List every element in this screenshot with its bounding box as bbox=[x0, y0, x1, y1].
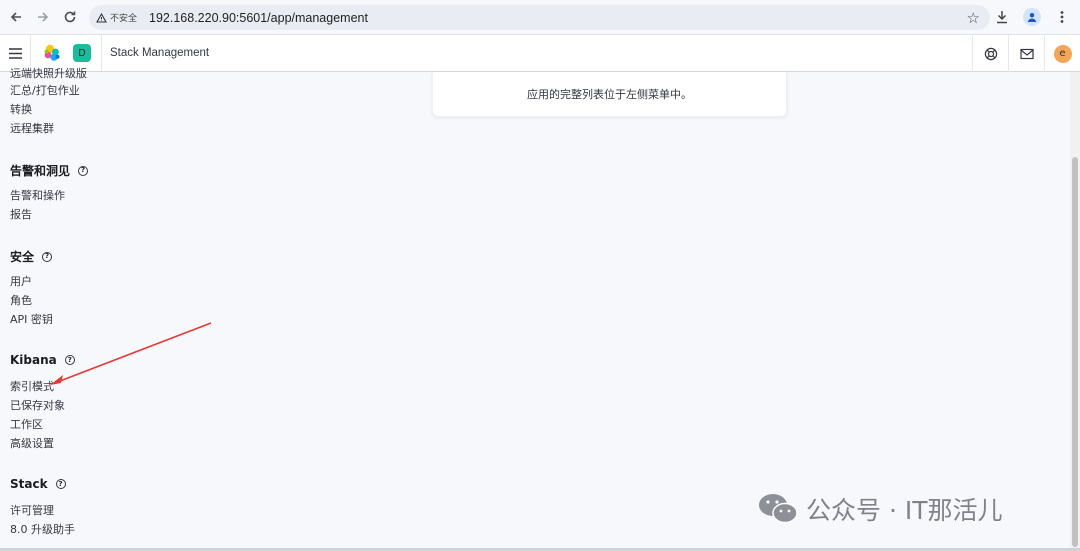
header-divider bbox=[101, 35, 102, 71]
page-scrollbar[interactable] bbox=[1070, 72, 1080, 551]
section-title-alerts-insights: 告警和洞见? bbox=[10, 162, 89, 179]
sidebar-item-alerts-actions[interactable]: 告警和操作 bbox=[10, 187, 65, 203]
sidebar-item-api-keys[interactable]: API 密钥 bbox=[10, 311, 53, 327]
watermark: 公众号 · IT那活儿 bbox=[756, 491, 1003, 527]
sidebar-item-reporting[interactable]: 报告 bbox=[10, 206, 32, 222]
help-question-icon[interactable]: ? bbox=[64, 355, 75, 365]
sidebar-item-spaces[interactable]: 工作区 bbox=[10, 416, 43, 432]
sidebar-item-license-management[interactable]: 许可管理 bbox=[10, 502, 54, 518]
management-page: 远端快照升级版 汇总/打包作业 转换 远程集群 告警和洞见? 告警和操作 报告 … bbox=[0, 67, 1080, 551]
sidebar-item-upgrade-assistant[interactable]: 8.0 升级助手 bbox=[10, 521, 75, 537]
back-arrow-icon[interactable] bbox=[3, 4, 29, 30]
sidebar-item-users[interactable]: 用户 bbox=[10, 273, 32, 289]
section-title-security: 安全? bbox=[10, 248, 53, 265]
bookmark-star-icon[interactable]: ☆ bbox=[967, 9, 980, 27]
sidebar-item-partial[interactable]: 远端快照升级版 bbox=[10, 65, 87, 81]
address-bar[interactable]: 不安全 192.168.220.90:5601/app/management ☆ bbox=[89, 5, 990, 30]
space-avatar[interactable]: D bbox=[73, 44, 91, 62]
reload-icon[interactable] bbox=[57, 4, 83, 30]
user-avatar[interactable]: e bbox=[1053, 44, 1072, 63]
help-question-icon[interactable]: ? bbox=[78, 165, 89, 176]
newsfeed-mail-icon[interactable] bbox=[1008, 35, 1044, 72]
panel-hint-text: 应用的完整列表位于左侧菜单中。 bbox=[527, 88, 692, 101]
section-title-stack: Stack? bbox=[10, 477, 66, 491]
sidebar-item-index-patterns[interactable]: 索引模式 bbox=[10, 378, 54, 394]
sidebar-item-rollup-jobs[interactable]: 汇总/打包作业 bbox=[10, 82, 80, 98]
watermark-text: 公众号 · IT那活儿 bbox=[806, 496, 1003, 525]
warning-icon bbox=[96, 12, 107, 23]
browser-toolbar: 不安全 192.168.220.90:5601/app/management ☆ bbox=[0, 0, 1080, 35]
url-text[interactable]: 192.168.220.90:5601/app/management bbox=[149, 11, 368, 25]
sidebar-item-saved-objects[interactable]: 已保存对象 bbox=[10, 397, 65, 413]
wechat-icon bbox=[759, 494, 798, 524]
forward-arrow-icon[interactable] bbox=[30, 4, 56, 30]
security-indicator[interactable]: 不安全 bbox=[96, 11, 137, 24]
sidebar-item-remote-clusters[interactable]: 远程集群 bbox=[10, 120, 54, 136]
landing-panel: 应用的完整列表位于左侧菜单中。 bbox=[432, 72, 787, 117]
help-question-icon[interactable]: ? bbox=[55, 479, 66, 489]
sidebar-item-transforms[interactable]: 转换 bbox=[10, 101, 32, 117]
user-menu-button[interactable]: e bbox=[1044, 35, 1080, 72]
download-icon[interactable] bbox=[990, 5, 1014, 29]
help-question-icon[interactable]: ? bbox=[42, 251, 53, 262]
scrollbar-thumb[interactable] bbox=[1072, 157, 1078, 547]
sidebar-item-roles[interactable]: 角色 bbox=[10, 292, 32, 308]
breadcrumb[interactable]: Stack Management bbox=[110, 47, 209, 59]
help-lifebuoy-icon[interactable] bbox=[972, 35, 1008, 72]
sidebar-item-advanced-settings[interactable]: 高级设置 bbox=[10, 435, 54, 451]
side-nav: 远端快照升级版 汇总/打包作业 转换 远程集群 告警和洞见? 告警和操作 报告 … bbox=[0, 67, 250, 551]
section-title-kibana: Kibana? bbox=[10, 353, 75, 367]
profile-icon[interactable] bbox=[1020, 5, 1044, 29]
app-header: D Stack Management e bbox=[0, 35, 1080, 72]
security-label: 不安全 bbox=[110, 14, 138, 24]
browser-menu-icon[interactable] bbox=[1050, 5, 1074, 29]
